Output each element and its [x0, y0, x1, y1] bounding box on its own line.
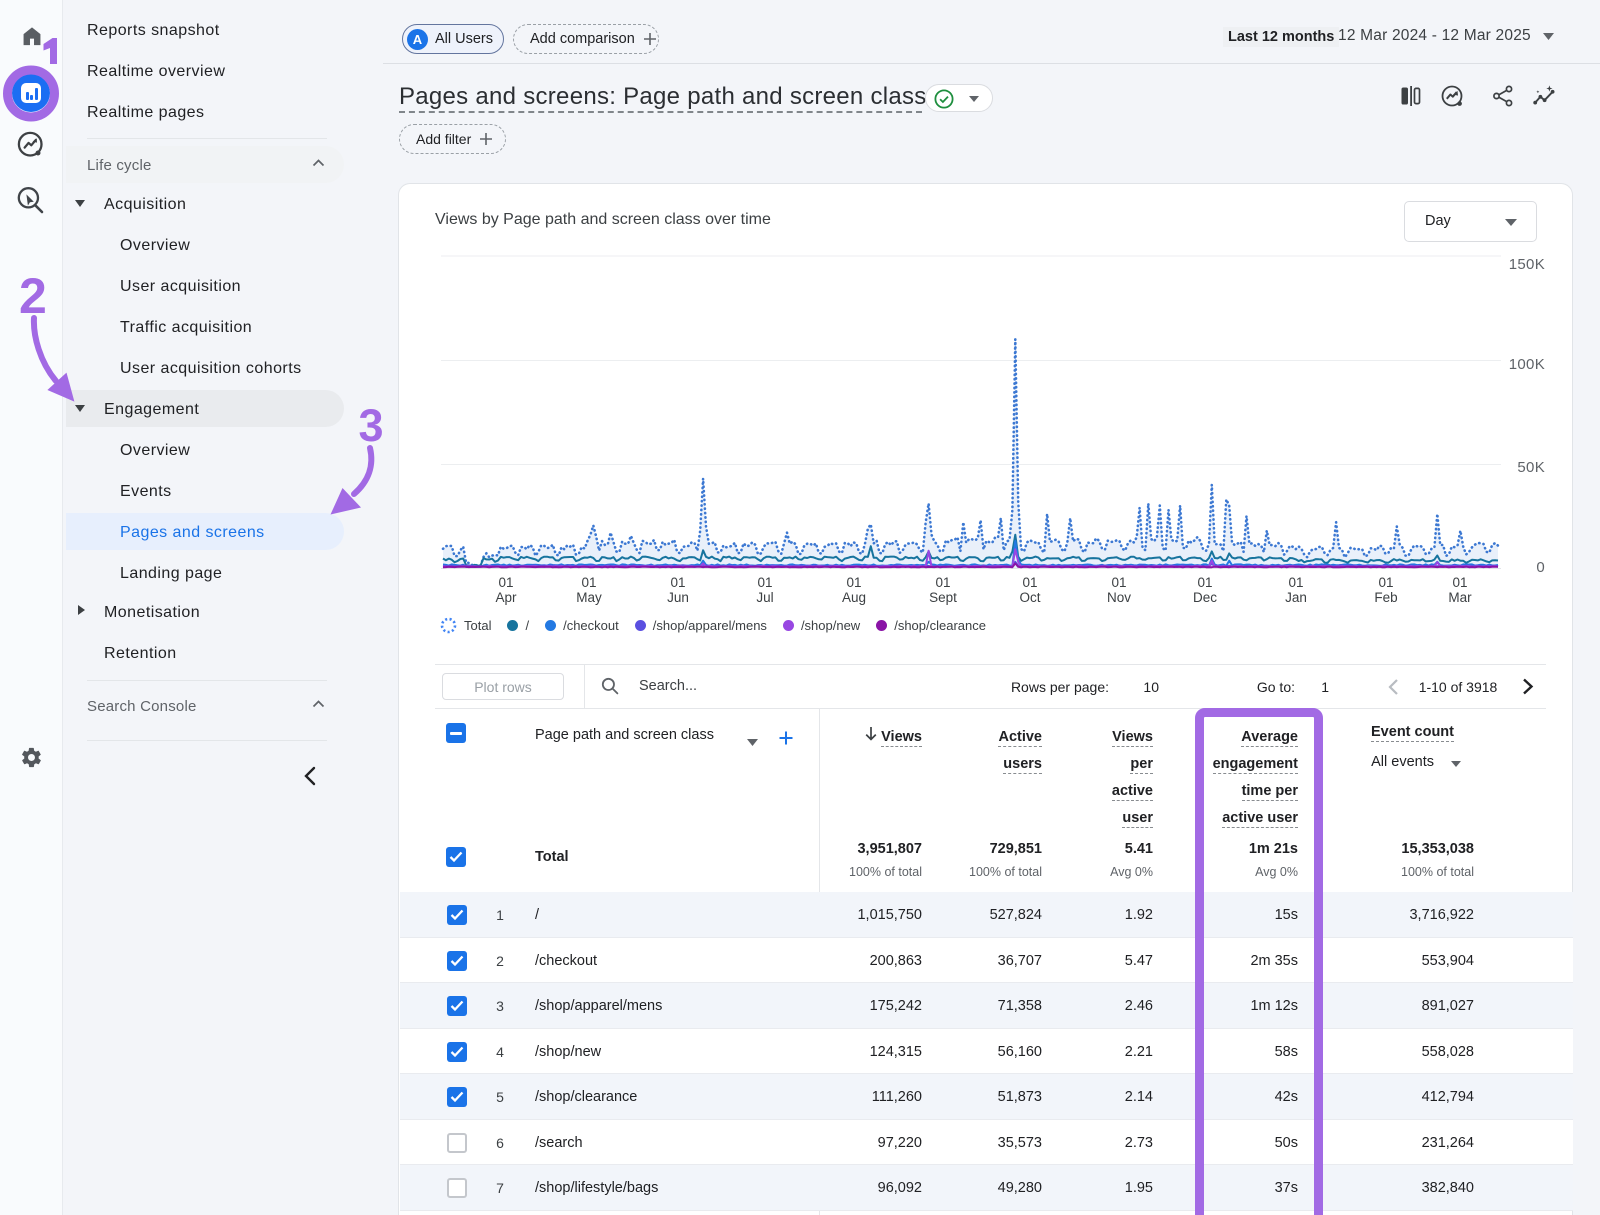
svg-text:3: 3	[359, 400, 384, 451]
